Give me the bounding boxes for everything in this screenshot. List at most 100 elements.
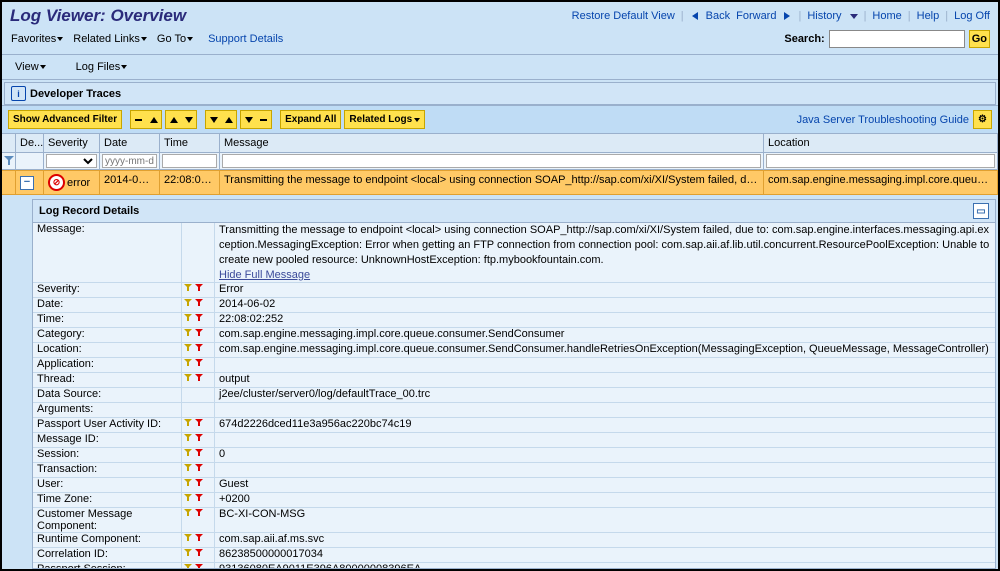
exclude-filter-icon[interactable] xyxy=(195,284,204,293)
search-input[interactable] xyxy=(829,30,965,48)
support-details-link[interactable]: Support Details xyxy=(208,33,283,45)
include-filter-icon[interactable] xyxy=(184,344,193,353)
nav-first-button[interactable] xyxy=(130,110,162,129)
time-filter[interactable] xyxy=(162,154,217,168)
detail-label: Passport Session: xyxy=(33,563,182,569)
detail-filter-icons xyxy=(182,508,215,532)
location-filter[interactable] xyxy=(766,154,995,168)
help-link[interactable]: Help xyxy=(917,10,940,22)
view-menu[interactable]: View xyxy=(13,59,48,75)
include-filter-icon[interactable] xyxy=(184,419,193,428)
exclude-filter-icon[interactable] xyxy=(195,449,204,458)
detail-value xyxy=(215,463,995,477)
detail-label: Time Zone: xyxy=(33,493,182,507)
go-button[interactable]: Go xyxy=(969,30,990,48)
detail-label: Category: xyxy=(33,328,182,342)
exclude-filter-icon[interactable] xyxy=(195,344,204,353)
message-filter[interactable] xyxy=(222,154,761,168)
detail-label: Arguments: xyxy=(33,403,182,417)
include-filter-icon[interactable] xyxy=(184,564,193,569)
related-logs-button[interactable]: Related Logs xyxy=(344,110,425,129)
include-filter-icon[interactable] xyxy=(184,494,193,503)
include-filter-icon[interactable] xyxy=(184,359,193,368)
history-dropdown-icon[interactable] xyxy=(850,14,858,19)
favorites-menu[interactable]: Favorites xyxy=(9,31,65,47)
section-title: Developer Traces xyxy=(30,88,121,100)
exclude-filter-icon[interactable] xyxy=(195,374,204,383)
include-filter-icon[interactable] xyxy=(184,534,193,543)
detail-label: Location: xyxy=(33,343,182,357)
severity-filter[interactable] xyxy=(46,154,97,168)
back-arrow-icon[interactable] xyxy=(692,12,698,20)
forward-arrow-icon[interactable] xyxy=(784,12,790,20)
exclude-filter-icon[interactable] xyxy=(195,419,204,428)
exclude-filter-icon[interactable] xyxy=(195,549,204,558)
forward-link[interactable]: Forward xyxy=(736,10,776,22)
logoff-link[interactable]: Log Off xyxy=(954,10,990,22)
expand-all-button[interactable]: Expand All xyxy=(280,110,341,129)
exclude-filter-icon[interactable] xyxy=(195,329,204,338)
nav-up-button[interactable] xyxy=(165,110,197,129)
history-link[interactable]: History xyxy=(807,10,841,22)
detail-filter-icons xyxy=(182,313,215,327)
show-advanced-filter-button[interactable]: Show Advanced Filter xyxy=(8,110,122,129)
include-filter-icon[interactable] xyxy=(184,434,193,443)
col-message[interactable]: Message xyxy=(220,134,764,152)
include-filter-icon[interactable] xyxy=(184,284,193,293)
logfiles-menu[interactable]: Log Files xyxy=(74,59,130,75)
exclude-filter-icon[interactable] xyxy=(195,494,204,503)
hide-full-message-link[interactable]: Hide Full Message xyxy=(219,269,310,281)
detail-filter-icons xyxy=(182,298,215,312)
date-filter[interactable] xyxy=(102,154,157,168)
detail-row: Time Zone:+0200 xyxy=(33,493,995,508)
include-filter-icon[interactable] xyxy=(184,479,193,488)
col-details[interactable]: De... xyxy=(16,134,44,152)
exclude-filter-icon[interactable] xyxy=(195,464,204,473)
nav-last-button[interactable] xyxy=(240,110,272,129)
include-filter-icon[interactable] xyxy=(184,464,193,473)
include-filter-icon[interactable] xyxy=(184,509,193,518)
detail-row: Transaction: xyxy=(33,463,995,478)
details-collapse-button[interactable]: ▭ xyxy=(973,203,989,219)
exclude-filter-icon[interactable] xyxy=(195,534,204,543)
col-location[interactable]: Location xyxy=(764,134,998,152)
detail-value: Error xyxy=(215,283,995,297)
include-filter-icon[interactable] xyxy=(184,449,193,458)
include-filter-icon[interactable] xyxy=(184,549,193,558)
detail-filter-icons xyxy=(182,463,215,477)
exclude-filter-icon[interactable] xyxy=(195,314,204,323)
settings-button[interactable]: ⚙ xyxy=(973,110,992,129)
exclude-filter-icon[interactable] xyxy=(195,564,204,569)
nav-down-button[interactable] xyxy=(205,110,237,129)
include-filter-icon[interactable] xyxy=(184,374,193,383)
include-filter-icon[interactable] xyxy=(184,299,193,308)
exclude-filter-icon[interactable] xyxy=(195,299,204,308)
col-date[interactable]: Date xyxy=(100,134,160,152)
include-filter-icon[interactable] xyxy=(184,329,193,338)
exclude-filter-icon[interactable] xyxy=(195,434,204,443)
detail-filter-icons xyxy=(182,548,215,562)
filter-icon[interactable] xyxy=(4,156,13,166)
exclude-filter-icon[interactable] xyxy=(195,509,204,518)
detail-label: Customer Message Component: xyxy=(33,508,182,532)
goto-menu[interactable]: Go To xyxy=(155,31,195,47)
row-message: Transmitting the message to endpoint <lo… xyxy=(220,171,764,194)
exclude-filter-icon[interactable] xyxy=(195,359,204,368)
detail-row: Severity:Error xyxy=(33,283,995,298)
detail-row: Location:com.sap.engine.messaging.impl.c… xyxy=(33,343,995,358)
include-filter-icon[interactable] xyxy=(184,314,193,323)
detail-row: Passport User Activity ID:674d2226dced11… xyxy=(33,418,995,433)
exclude-filter-icon[interactable] xyxy=(195,479,204,488)
col-severity[interactable]: Severity xyxy=(44,134,100,152)
related-links-menu[interactable]: Related Links xyxy=(71,31,149,47)
detail-row: Session:0 xyxy=(33,448,995,463)
home-link[interactable]: Home xyxy=(872,10,901,22)
detail-filter-icons xyxy=(182,418,215,432)
table-row-selected[interactable]: − ⊘error 2014-06-02 22:08:02:... Transmi… xyxy=(2,170,998,195)
col-time[interactable]: Time xyxy=(160,134,220,152)
restore-view-link[interactable]: Restore Default View xyxy=(572,10,675,22)
detail-filter-icons xyxy=(182,343,215,357)
back-link[interactable]: Back xyxy=(706,10,730,22)
collapse-row-icon[interactable]: − xyxy=(20,176,34,190)
js-troubleshooting-link[interactable]: Java Server Troubleshooting Guide xyxy=(797,114,969,126)
